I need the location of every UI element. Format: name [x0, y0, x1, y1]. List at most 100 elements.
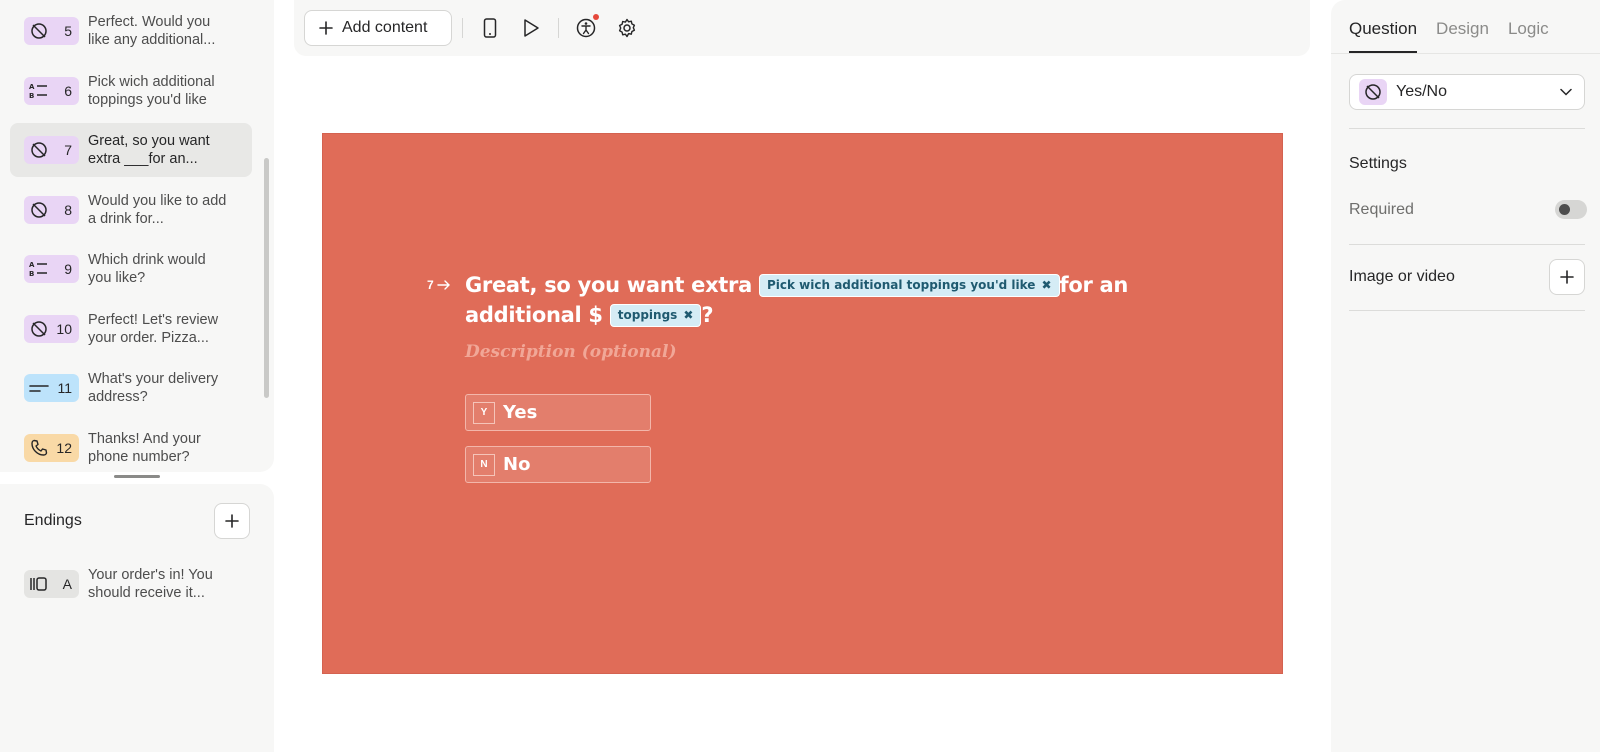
add-content-label: Add content — [342, 19, 428, 36]
plus-icon — [1560, 270, 1574, 284]
question-badge: 5 — [24, 17, 79, 45]
image-or-video-label: Image or video — [1349, 268, 1455, 285]
endings-title: Endings — [24, 512, 82, 529]
chevron-down-icon — [1560, 88, 1572, 96]
question-number: 5 — [64, 23, 72, 39]
questions-list-panel: 5 Perfect. Would you like any additional.… — [0, 0, 274, 472]
question-type-select[interactable]: Yes/No — [1349, 74, 1585, 110]
question-number: 10 — [56, 320, 72, 337]
question-text: Thanks! And your phone number? — [88, 430, 201, 465]
yes-no-icon — [1359, 79, 1387, 105]
questions-scrollbar[interactable] — [264, 158, 269, 398]
question-text: Which drink would you like? — [88, 252, 206, 286]
chip-label: Pick wich additional toppings you'd like — [767, 278, 1036, 292]
question-text: Pick wich additional toppings you'd like — [88, 73, 215, 108]
chip-label: toppings — [617, 308, 678, 322]
settings-gear-icon[interactable] — [615, 16, 639, 40]
choice-no[interactable]: N No — [465, 446, 651, 483]
plus-icon — [225, 514, 239, 528]
svg-text:A: A — [29, 261, 35, 269]
question-item-10[interactable]: 10 Perfect! Let's review your order. Pizz… — [10, 302, 252, 356]
choice-yes[interactable]: Y Yes — [465, 394, 651, 431]
questions-list: 5 Perfect. Would you like any additional.… — [10, 4, 252, 472]
question-number: 11 — [57, 380, 72, 396]
required-toggle[interactable] — [1555, 200, 1587, 219]
question-item-11[interactable]: 11 What's your delivery address? — [10, 361, 252, 415]
question-number: 7 — [64, 142, 72, 158]
question-item-5[interactable]: 5 Perfect. Would you like any additional.… — [10, 4, 252, 58]
choice-label: No — [503, 454, 531, 475]
short-text-icon — [29, 378, 49, 398]
section-divider — [1349, 244, 1585, 245]
yes-no-icon — [29, 140, 49, 160]
question-text: Great, so you want extra ___for an... — [88, 133, 210, 167]
description-input[interactable]: Description (optional) — [465, 342, 677, 362]
play-icon[interactable] — [519, 16, 543, 40]
svg-text:A: A — [29, 83, 35, 91]
remove-chip-icon[interactable]: ✖ — [683, 300, 693, 330]
question-item-12[interactable]: 12 Thanks! And your phone number? — [10, 421, 252, 473]
add-content-button[interactable]: Add content — [304, 10, 452, 46]
question-number-text: 7 — [427, 278, 434, 292]
question-badge: 10 — [24, 314, 79, 343]
add-media-button[interactable] — [1549, 259, 1585, 295]
top-toolbar: Add content — [294, 0, 1310, 56]
title-text-1: Great, so you want extra — [465, 273, 752, 297]
toolbar-divider — [558, 18, 559, 38]
multiple-choice-icon: AB — [29, 81, 49, 101]
tab-logic[interactable]: Logic — [1508, 0, 1549, 54]
recall-chip-toppings-variable[interactable]: toppings ✖ — [609, 303, 702, 327]
yes-no-icon — [29, 21, 49, 41]
tabs-divider — [1331, 53, 1600, 54]
question-badge: 11 — [24, 374, 79, 402]
ending-icon — [29, 574, 49, 594]
ending-item-a[interactable]: A Your order's in! You should receive it… — [24, 566, 228, 602]
plus-icon — [319, 21, 333, 35]
endings-panel: Endings A Your order's in! You should re… — [0, 484, 274, 752]
yes-no-icon — [29, 200, 49, 220]
recall-chip-toppings-question[interactable]: Pick wich additional toppings you'd like… — [759, 273, 1060, 297]
choice-key: Y — [473, 401, 495, 424]
question-number: 7 — [427, 278, 451, 292]
question-text: Perfect! Let's review your order. Pizza.… — [88, 311, 219, 346]
svg-text:B: B — [29, 270, 34, 278]
mobile-preview-icon[interactable] — [478, 16, 502, 40]
question-text: Would you like to add a drink for... — [88, 192, 227, 227]
left-sidebar: 5 Perfect. Would you like any additional.… — [0, 0, 274, 752]
yes-no-icon — [29, 319, 49, 339]
question-badge: 12 — [24, 433, 79, 462]
right-settings-panel: Question Design Logic Yes/No Settings Re… — [1331, 0, 1600, 752]
tab-design[interactable]: Design — [1436, 0, 1489, 54]
settings-title: Settings — [1349, 155, 1407, 172]
section-divider — [1349, 128, 1585, 129]
question-text: Perfect. Would you like any additional..… — [88, 14, 216, 48]
required-label: Required — [1349, 201, 1414, 218]
question-type-label: Yes/No — [1396, 83, 1447, 100]
ending-badge: A — [24, 570, 79, 598]
multiple-choice-icon: AB — [29, 259, 49, 279]
add-ending-button[interactable] — [214, 503, 250, 539]
arrow-right-icon — [436, 280, 450, 290]
panel-resize-handle[interactable] — [114, 475, 160, 478]
question-text: What's your delivery address? — [88, 371, 219, 405]
section-divider — [1349, 310, 1585, 311]
question-number: 6 — [64, 82, 72, 99]
question-number: 8 — [64, 201, 72, 218]
question-badge: 8 — [24, 195, 79, 224]
title-text-3: ? — [701, 303, 714, 327]
choice-key: N — [473, 453, 495, 476]
question-item-8[interactable]: 8 Would you like to add a drink for... — [10, 183, 252, 237]
tab-question[interactable]: Question — [1349, 0, 1418, 54]
question-badge: 7 — [24, 136, 79, 164]
ending-key: A — [62, 576, 72, 592]
ending-text: Your order's in! You should receive it..… — [88, 567, 213, 601]
question-title[interactable]: Great, so you want extra Pick wich addit… — [465, 270, 1165, 330]
question-item-9[interactable]: A B 9 Which drink would you like? — [10, 242, 252, 296]
toolbar-divider — [462, 18, 463, 38]
remove-chip-icon[interactable]: ✖ — [1041, 270, 1051, 300]
question-item-7[interactable]: 7 Great, so you want extra ___for an... — [10, 123, 252, 177]
toggle-knob — [1559, 204, 1570, 215]
question-item-6[interactable]: A B 6 Pick wich additional toppings you'd l… — [10, 64, 252, 118]
question-number: 12 — [56, 439, 72, 456]
accessibility-icon[interactable] — [574, 14, 599, 40]
